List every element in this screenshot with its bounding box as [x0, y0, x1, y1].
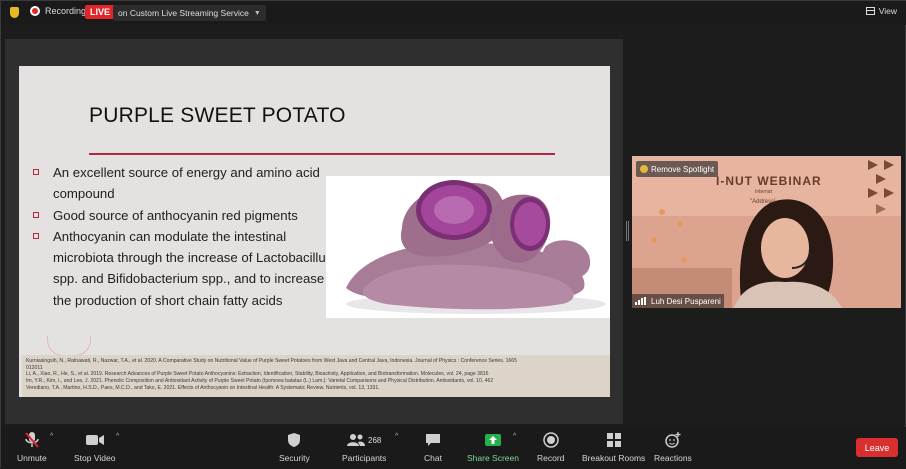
record-icon	[542, 431, 559, 449]
bullet-item: Anthocyanin can modulate the intestinal …	[33, 226, 333, 311]
share-screen-label: Share Screen	[467, 453, 519, 463]
unmute-button[interactable]: Unmute	[17, 431, 47, 463]
leave-button[interactable]: Leave	[856, 438, 898, 457]
coffee-cup-decoration-icon	[47, 336, 91, 356]
remove-spotlight-button[interactable]: Remove Spotlight	[636, 161, 719, 177]
shared-screen: PURPLE SWEET POTATO An excellent source …	[5, 39, 623, 424]
security-shield-icon	[287, 431, 301, 449]
reference-line: Li, A., Xiao, R., He, S., et al. 2019. R…	[26, 371, 489, 378]
bullet-square-icon	[33, 169, 39, 175]
chat-label: Chat	[424, 453, 442, 463]
slide-title: PURPLE SWEET POTATO	[89, 104, 346, 127]
share-screen-icon	[484, 431, 502, 449]
reactions-label: Reactions	[654, 453, 692, 463]
reactions-icon	[665, 431, 681, 449]
bullet-square-icon	[33, 211, 39, 218]
live-service-label: on Custom Live Streaming Service	[118, 8, 249, 18]
bullet-text: Anthocyanin can modulate the intestinal …	[53, 228, 333, 308]
breakout-rooms-button[interactable]: Breakout Rooms	[582, 431, 645, 463]
webinar-banner-subtitle: Internat	[755, 189, 772, 195]
bullet-item: Good source of anthocyanin red pigments	[33, 205, 333, 226]
participants-count: 268	[368, 435, 382, 445]
sweet-potato-illustration	[346, 180, 606, 314]
bullet-list: An excellent source of energy and amino …	[33, 162, 333, 311]
shield-icon[interactable]	[10, 7, 19, 18]
chat-button[interactable]: Chat	[424, 431, 442, 463]
bullet-text: Good source of anthocyanin red pigments	[53, 207, 298, 223]
participant-name-tag: Luh Desi Puspareni	[632, 294, 724, 308]
recording-label: Recording	[45, 6, 87, 16]
panel-resize-handle[interactable]	[626, 221, 629, 241]
participant-name: Luh Desi Puspareni	[651, 296, 721, 306]
breakout-rooms-icon	[606, 431, 621, 449]
webinar-banner-subtitle-2: "Addressi	[750, 199, 776, 205]
reactions-button[interactable]: Reactions	[654, 431, 692, 463]
title-divider	[89, 153, 555, 155]
camera-icon	[85, 431, 105, 449]
stop-video-button[interactable]: Stop Video	[74, 431, 115, 463]
audio-options-caret-icon[interactable]: ^	[50, 433, 53, 440]
security-button[interactable]: Security	[279, 431, 310, 463]
chat-icon	[425, 431, 441, 449]
participants-button[interactable]: 268 Participants	[342, 431, 386, 463]
live-badge: LIVE	[85, 5, 116, 19]
bullet-item: An excellent source of energy and amino …	[33, 162, 333, 205]
share-options-caret-icon[interactable]: ^	[513, 433, 516, 440]
participants-label: Participants	[342, 453, 387, 463]
record-dot-icon	[30, 6, 40, 16]
references-block: Kurniasingsih, N., Ratnawati, R., Nazwar…	[22, 355, 610, 397]
view-icon	[865, 7, 875, 15]
bullet-square-icon	[33, 232, 39, 239]
presentation-slide: PURPLE SWEET POTATO An excellent source …	[19, 66, 610, 397]
live-service-dropdown[interactable]: on Custom Live Streaming Service ▼	[113, 5, 266, 21]
share-screen-button[interactable]: Share Screen	[467, 431, 519, 463]
record-button[interactable]: Record	[537, 431, 564, 463]
view-button[interactable]: View	[865, 6, 897, 16]
reference-line: 012011	[26, 364, 43, 371]
participants-options-caret-icon[interactable]: ^	[395, 433, 398, 440]
recording-indicator[interactable]: Recording	[30, 6, 86, 16]
webinar-banner-title: I-NUT WEBINAR	[716, 174, 822, 188]
reference-line: Im, Y.R., Kim, I., and Lee, J. 2021. Phe…	[26, 378, 494, 385]
breakout-rooms-label: Breakout Rooms	[582, 453, 646, 463]
spotlight-label: Remove Spotlight	[651, 164, 715, 174]
reference-line: Kurniasingsih, N., Ratnawati, R., Nazwar…	[26, 358, 517, 364]
chevron-down-icon: ▼	[253, 9, 261, 17]
participants-icon: 268	[347, 431, 381, 449]
speaker-video-tile[interactable]: Remove Spotlight I-NUT WEBINAR Internat …	[632, 156, 901, 308]
spotlight-icon	[640, 165, 648, 173]
video-options-caret-icon[interactable]: ^	[116, 433, 119, 440]
sweet-potato-image	[326, 176, 610, 318]
top-bar: Recording LIVE on Custom Live Streaming …	[1, 1, 906, 25]
stop-video-label: Stop Video	[74, 453, 116, 463]
view-label: View	[878, 6, 897, 16]
meeting-toolbar: Unmute ^ Stop Video ^ Security 268 Parti…	[1, 427, 906, 469]
signal-bars-icon	[635, 297, 647, 305]
zoom-window: Recording LIVE on Custom Live Streaming …	[0, 0, 906, 469]
record-label: Record	[537, 453, 565, 463]
mic-muted-icon	[24, 431, 40, 449]
security-label: Security	[279, 453, 310, 463]
unmute-label: Unmute	[17, 453, 47, 463]
reference-line: Verediano, T.A., Martino, H.S.D., Paes, …	[26, 384, 380, 391]
bullet-text: An excellent source of energy and amino …	[53, 165, 320, 202]
